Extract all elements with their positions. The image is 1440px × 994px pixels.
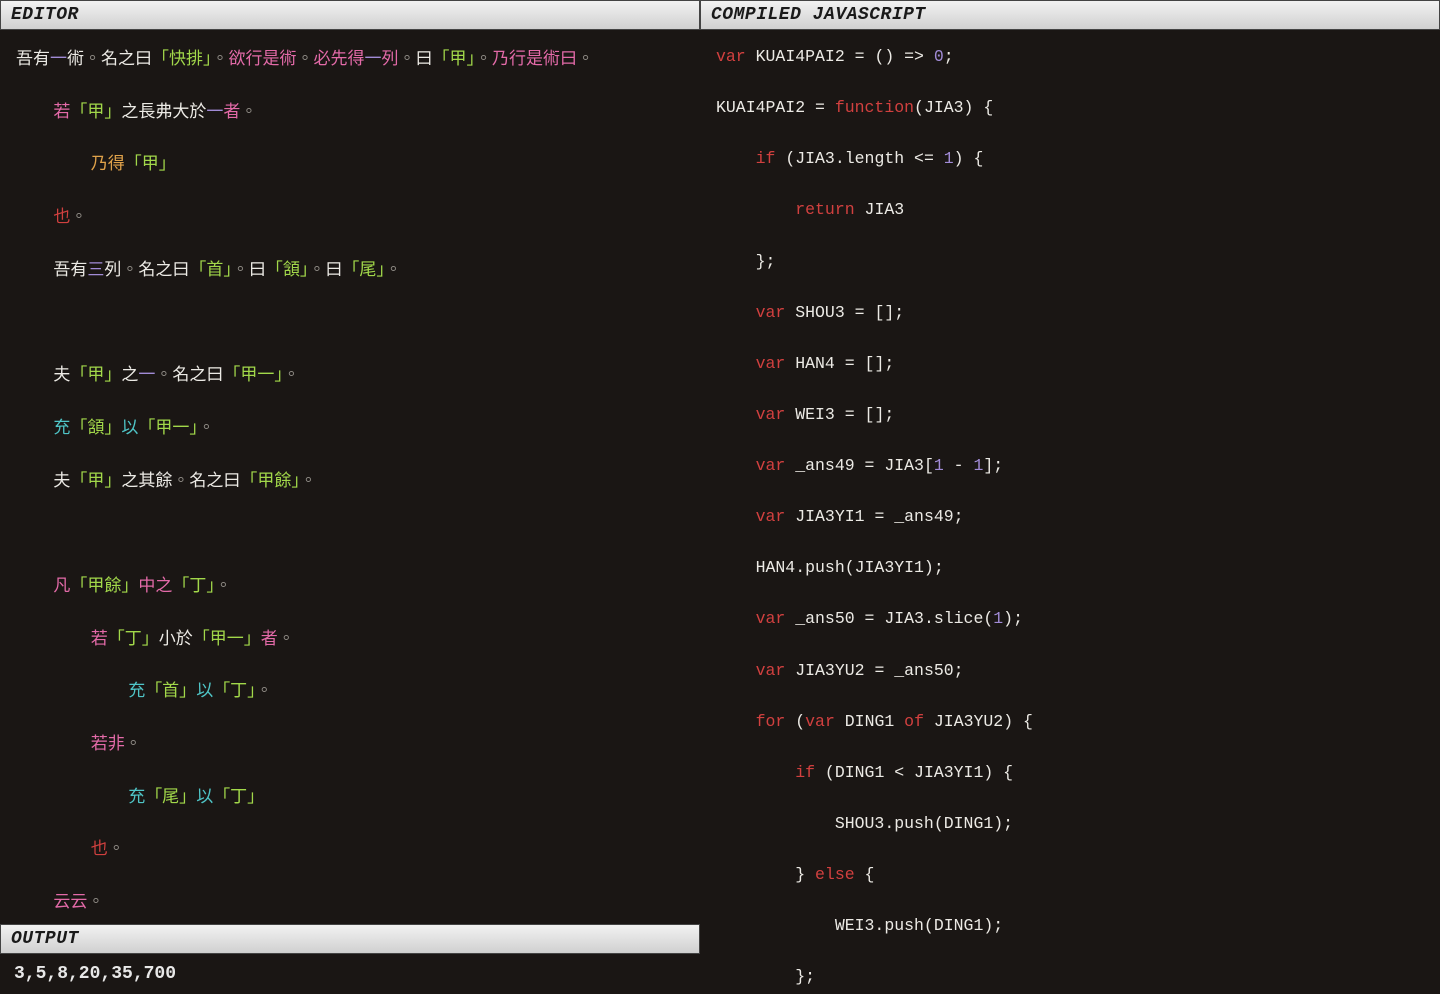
t: 「甲一」 [138, 413, 198, 438]
editor-title: EDITOR [11, 5, 79, 25]
t: 一 [138, 360, 155, 385]
t: 。 [297, 44, 314, 69]
t: 乃得 [91, 149, 125, 174]
t: 云云 [53, 887, 87, 912]
t: 。 [278, 624, 295, 649]
t: 名之曰 [172, 360, 223, 385]
t: 「首」 [189, 255, 232, 280]
t: 「丁」 [108, 624, 159, 649]
t: 曰 [325, 255, 342, 280]
t: 。 [121, 255, 138, 280]
t: 者 [261, 624, 278, 649]
t: 以 [196, 676, 213, 701]
t: 「丁」 [213, 676, 256, 701]
t: 「甲一」 [223, 360, 283, 385]
compiled-pane-header: COMPILED JAVASCRIPT [700, 0, 1440, 30]
t: 「首」 [145, 676, 196, 701]
t: 。 [212, 44, 229, 69]
t: 。 [256, 676, 273, 701]
t: 「甲」 [125, 149, 176, 174]
t: 以 [196, 782, 213, 807]
t: 一 [50, 44, 67, 69]
t: 「尾」 [145, 782, 196, 807]
t: 凡 [53, 571, 70, 596]
t: 以 [121, 413, 138, 438]
t: 。 [283, 360, 300, 385]
compiled-title: COMPILED JAVASCRIPT [711, 5, 926, 25]
t: 。 [108, 834, 125, 859]
t: 。 [215, 571, 232, 596]
t: 乃行是術曰 [492, 44, 577, 69]
t: 列 [382, 44, 399, 69]
t: 曰 [249, 255, 266, 280]
t: 。 [84, 44, 101, 69]
output-text: 3,5,8,20,35,700 [0, 954, 700, 994]
t: 。 [475, 44, 492, 69]
t: 者 [223, 97, 240, 122]
t: 。 [240, 97, 257, 122]
t: 之其餘 [121, 466, 172, 491]
t: 也 [91, 834, 108, 859]
t: 「甲」 [433, 44, 476, 69]
app-root: EDITOR 吾有一術。名之曰「快排」。欲行是術。必先得一列。曰「甲」。乃行是術… [0, 0, 1440, 994]
t: 。 [577, 44, 594, 69]
right-column: COMPILED JAVASCRIPT var KUAI4PAI2 = () =… [700, 0, 1440, 994]
t: 之長弗大於 [121, 97, 206, 122]
t: 。 [385, 255, 402, 280]
t: 。 [308, 255, 325, 280]
compiled-code[interactable]: var KUAI4PAI2 = () => 0; KUAI4PAI2 = fun… [700, 30, 1440, 994]
left-column: EDITOR 吾有一術。名之曰「快排」。欲行是術。必先得一列。曰「甲」。乃行是術… [0, 0, 700, 994]
t: 。 [70, 202, 87, 227]
editor-code[interactable]: 吾有一術。名之曰「快排」。欲行是術。必先得一列。曰「甲」。乃行是術曰。 若「甲」… [0, 30, 700, 924]
t: 「頷」 [70, 413, 121, 438]
t: 吾有 [53, 255, 87, 280]
t: 「甲餘」 [240, 466, 300, 491]
t: 欲行是術 [229, 44, 297, 69]
t: 夫 [53, 360, 70, 385]
t: 。 [125, 729, 142, 754]
t: 「快排」 [152, 44, 212, 69]
t: 。 [155, 360, 172, 385]
t: 「甲」 [70, 466, 121, 491]
t: 充 [128, 676, 145, 701]
t: 「丁」 [213, 782, 264, 807]
editor-pane-header: EDITOR [0, 0, 700, 30]
output-pane-header: OUTPUT [0, 924, 700, 954]
t: 「甲」 [70, 360, 121, 385]
t: 名之曰 [101, 44, 152, 69]
t: 必先得 [314, 44, 365, 69]
t: 夫 [53, 466, 70, 491]
t: 曰 [416, 44, 433, 69]
t: 。 [198, 413, 215, 438]
t: 術 [67, 44, 84, 69]
t: 「甲」 [70, 97, 121, 122]
t: 充 [128, 782, 145, 807]
t: 名之曰 [138, 255, 189, 280]
t: 「甲餘」 [70, 571, 138, 596]
t: 。 [300, 466, 317, 491]
t: 。 [172, 466, 189, 491]
t: 三 [87, 255, 104, 280]
t: 吾有 [16, 44, 50, 69]
t: 也 [53, 202, 70, 227]
t: 充 [53, 413, 70, 438]
t: 若 [91, 624, 108, 649]
t: 一 [206, 97, 223, 122]
t: 「丁」 [172, 571, 215, 596]
t: 。 [399, 44, 416, 69]
t: 「尾」 [342, 255, 385, 280]
t: 。 [87, 887, 104, 912]
t: 名之曰 [189, 466, 240, 491]
output-title: OUTPUT [11, 929, 79, 949]
t: 一 [365, 44, 382, 69]
t: 若 [53, 97, 70, 122]
t: 若非 [91, 729, 125, 754]
t: 「頷」 [266, 255, 309, 280]
t: 中之 [138, 571, 172, 596]
t: 之 [121, 360, 138, 385]
t: 。 [232, 255, 249, 280]
t: 小於 [159, 624, 193, 649]
t: 列 [104, 255, 121, 280]
t: 「甲一」 [193, 624, 261, 649]
